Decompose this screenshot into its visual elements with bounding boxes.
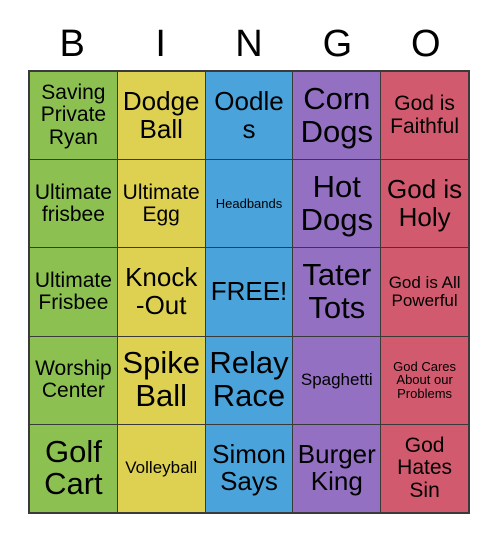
bingo-cell-label: God is All Powerful [388,272,461,310]
bingo-cell-free-space[interactable]: FREE! [205,248,293,336]
bingo-cell-label: Knock-Out [125,262,198,320]
bingo-cell-n5[interactable]: Simon Says [205,424,293,512]
bingo-grid: Saving Private Ryan Dodge Ball Oodles Co… [28,70,470,514]
bingo-cell-label: Worship Center [35,356,112,403]
bingo-cell-label: Oodles [214,86,284,144]
bingo-cell-o2[interactable]: God is Holy [381,160,468,248]
bingo-cell-b5[interactable]: Golf Cart [30,424,117,512]
bingo-cell-o4[interactable]: God Cares About our Problems [381,336,468,424]
bingo-cell-o1[interactable]: God is Faithful [381,72,468,160]
bingo-cell-label: Ultimate Frisbee [34,268,112,314]
bingo-header-letter-n: N [235,23,263,65]
bingo-cell-b2[interactable]: Ultimate frisbee [30,160,117,248]
bingo-free-label: FREE! [210,276,288,307]
bingo-cell-label: Ultimate Egg [122,180,200,226]
bingo-cell-g4[interactable]: Spaghetti [293,336,381,424]
bingo-cell-label: Tater Tots [302,257,372,325]
bingo-cell-label: Golf Cart [44,433,103,502]
bingo-card: B I N G O Saving Private Ryan Dodge Ball… [28,18,470,514]
bingo-header-letter-b: B [59,23,85,65]
bingo-cell-b1[interactable]: Saving Private Ryan [30,72,117,160]
bingo-header-letter-o: O [411,23,441,65]
bingo-cell-label: Headbands [215,195,283,211]
bingo-cell-g3[interactable]: Tater Tots [293,248,381,336]
bingo-cell-label: Spaghetti [300,370,373,390]
bingo-cell-label: God is Holy [387,174,463,232]
bingo-cell-label: God is Faithful [390,92,460,138]
bingo-cell-label: Spike Ball [122,345,200,414]
bingo-cell-i2[interactable]: Ultimate Egg [117,160,205,248]
bingo-cell-n2[interactable]: Headbands [205,160,293,248]
bingo-cell-label: Simon Says [212,438,286,497]
bingo-cell-b4[interactable]: Worship Center [30,336,117,424]
bingo-header-letter-g: G [322,23,353,65]
bingo-cell-label: Relay Race [209,345,289,414]
bingo-cell-label: Hot Dogs [300,168,373,237]
bingo-cell-i5[interactable]: Volleyball [117,424,205,512]
bingo-cell-o3[interactable]: God is All Powerful [381,248,468,336]
bingo-cell-label: Dodge Ball [122,86,200,144]
bingo-cell-label: Corn Dogs [300,80,373,149]
bingo-cell-n4[interactable]: Relay Race [205,336,293,424]
bingo-cell-i4[interactable]: Spike Ball [117,336,205,424]
bingo-cell-label: God Cares About our Problems [393,358,457,402]
bingo-cell-label: Saving Private Ryan [40,81,107,149]
bingo-cell-o5[interactable]: God Hates Sin [381,424,468,512]
bingo-cell-label: God Hates Sin [397,434,453,502]
bingo-cell-label: Volleyball [125,458,198,478]
bingo-cell-n1[interactable]: Oodles [205,72,293,160]
bingo-cell-i3[interactable]: Knock-Out [117,248,205,336]
bingo-header-row: B I N G O [28,18,470,70]
bingo-cell-g5[interactable]: Burger King [293,424,381,512]
bingo-cell-g1[interactable]: Corn Dogs [293,72,381,160]
bingo-cell-label: Ultimate frisbee [34,180,112,226]
bingo-cell-g2[interactable]: Hot Dogs [293,160,381,248]
bingo-cell-i1[interactable]: Dodge Ball [117,72,205,160]
bingo-header-letter-i: I [155,23,166,65]
bingo-cell-b3[interactable]: Ultimate Frisbee [30,248,117,336]
bingo-cell-label: Burger King [297,438,376,497]
